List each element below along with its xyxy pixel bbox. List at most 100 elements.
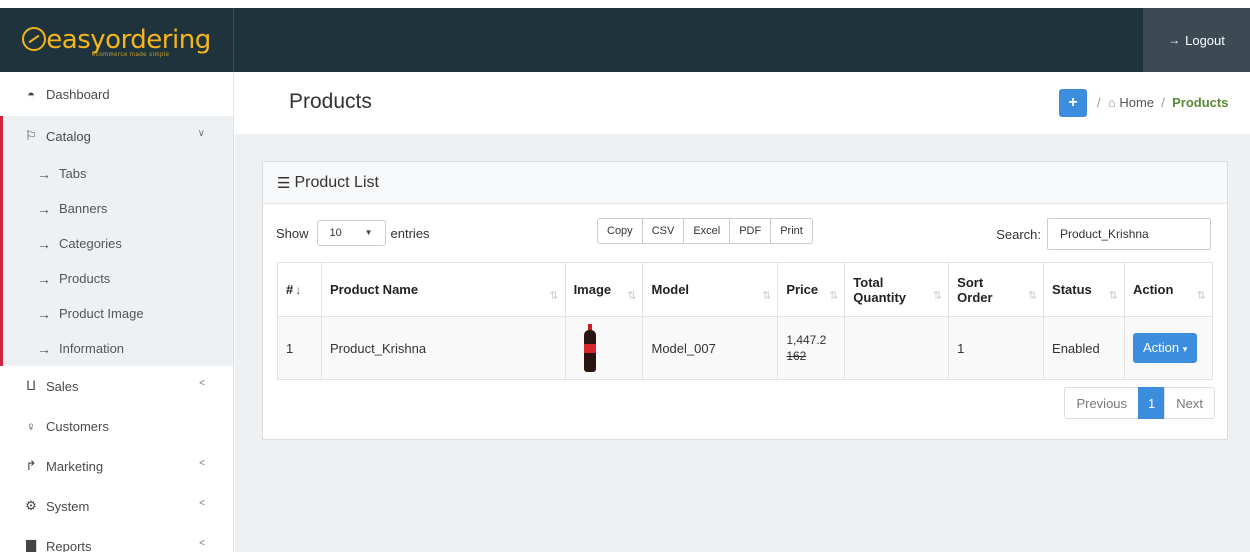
price-old: 162	[786, 349, 807, 363]
main-content: Products + / ⌂ Home / Products ☰ Product…	[235, 72, 1250, 552]
next-page-button[interactable]: Next	[1164, 387, 1215, 419]
sidebar-item-catalog[interactable]: ⚐ Catalog ∨	[3, 116, 233, 156]
column-header-label: Product Name	[329, 282, 419, 297]
gear-icon: ⚙	[25, 498, 37, 513]
pdf-button[interactable]: PDF	[730, 218, 772, 244]
column-header-label: Status	[1052, 282, 1092, 297]
arrow-right-icon: →	[37, 200, 51, 217]
chevron-left-icon: <	[199, 538, 205, 549]
logout-label: Logout	[1185, 32, 1225, 48]
cell-action: Action ▾	[1123, 316, 1214, 380]
tag-icon: ⚐	[25, 128, 37, 143]
column-header-action[interactable]: Action ⇅	[1123, 262, 1214, 317]
sidebar-item-sales[interactable]: ⨿ Sales <	[0, 366, 233, 406]
table-row: 1 Product_Krishna Model_007 1,447.2 162	[277, 316, 1214, 380]
sidebar-item-system[interactable]: ⚙ System <	[0, 486, 233, 526]
breadcrumb: / ⌂ Home / Products	[1097, 95, 1228, 110]
entries-label: entries	[390, 225, 430, 241]
column-header-label: #	[286, 281, 294, 297]
csv-button[interactable]: CSV	[642, 218, 685, 244]
action-dropdown-button[interactable]: Action ▾	[1132, 333, 1198, 363]
list-icon: ☰	[277, 174, 291, 192]
page-1-button[interactable]: 1	[1138, 387, 1166, 419]
sort-icon: ⇅	[1027, 290, 1038, 302]
sidebar-item-marketing[interactable]: ↱ Marketing <	[0, 446, 233, 486]
sort-icon: ⇅	[932, 290, 943, 302]
print-button[interactable]: Print	[771, 218, 813, 244]
top-navbar: easyordering ecommerce made simple → Log…	[0, 8, 1250, 72]
sidebar-item-label: System	[46, 498, 90, 514]
entries-select[interactable]: 10 ▼	[316, 220, 386, 246]
cell-product-name: Product_Krishna	[320, 316, 566, 380]
cell-index: 1	[277, 316, 322, 380]
user-icon: ♀	[26, 418, 36, 434]
chevron-left-icon: <	[199, 498, 205, 509]
entries-value: 10	[329, 227, 342, 239]
table-header-row: # ↓ Product Name ⇅ Image ⇅ Model ⇅ Price ⇅ To…	[277, 262, 1214, 317]
column-header-label: Total Quantity	[853, 274, 907, 305]
breadcrumb-separator: /	[1157, 95, 1169, 110]
sidebar-subitem-information[interactable]: → Information	[3, 331, 233, 366]
breadcrumb-home[interactable]: Home	[1119, 95, 1154, 110]
sidebar: ◓ Dashboard ⚐ Catalog ∨ → Tabs → Banners →…	[0, 72, 234, 552]
sidebar-subitem-label: Information	[59, 341, 125, 356]
sidebar-subitem-categories[interactable]: → Categories	[3, 226, 233, 261]
excel-button[interactable]: Excel	[684, 218, 731, 244]
column-header-product-name[interactable]: Product Name ⇅	[320, 262, 566, 317]
previous-page-button[interactable]: Previous	[1064, 387, 1140, 419]
column-header-index[interactable]: # ↓	[277, 262, 322, 317]
panel-heading: ☰ Product List	[263, 162, 1227, 204]
sidebar-subitem-product-image[interactable]: → Product Image	[3, 296, 233, 331]
share-icon: ↱	[25, 458, 37, 473]
sort-icon: ⇅	[627, 290, 637, 302]
home-icon: ⌂	[1107, 95, 1116, 110]
price-current: 1,447.2	[786, 333, 827, 347]
sidebar-item-label: Catalog	[46, 128, 91, 144]
column-header-status[interactable]: Status ⇅	[1043, 262, 1125, 317]
breadcrumb-current: Products	[1172, 95, 1229, 110]
breadcrumb-separator: /	[1097, 95, 1105, 110]
column-header-label: Image	[573, 282, 612, 297]
column-header-label: Action	[1132, 282, 1174, 297]
sidebar-item-dashboard[interactable]: ◓ Dashboard	[0, 72, 233, 116]
sidebar-subitem-banners[interactable]: → Banners	[3, 191, 233, 226]
chevron-left-icon: <	[199, 458, 205, 469]
sidebar-item-label: Dashboard	[46, 86, 110, 102]
column-header-label: Sort Order	[957, 274, 993, 305]
dashboard-icon: ◓	[27, 86, 35, 102]
page-title: Products	[289, 90, 372, 113]
column-header-model[interactable]: Model ⇅	[642, 262, 779, 317]
logout-button[interactable]: → Logout	[1143, 8, 1250, 72]
sort-icon: ⇅	[762, 290, 772, 302]
add-product-button[interactable]: +	[1059, 89, 1087, 117]
column-header-total-quantity[interactable]: Total Quantity ⇅	[844, 262, 950, 317]
arrow-right-icon: →	[37, 305, 51, 322]
copy-button[interactable]: Copy	[597, 218, 643, 244]
chevron-left-icon: <	[199, 378, 205, 389]
sidebar-subitem-tabs[interactable]: → Tabs	[3, 156, 233, 191]
brand-logo[interactable]: easyordering ecommerce made simple	[0, 8, 234, 72]
sidebar-item-customers[interactable]: ♀ Customers	[0, 406, 233, 446]
column-header-price[interactable]: Price ⇅	[777, 262, 846, 317]
sidebar-item-reports[interactable]: ▇ Reports <	[0, 526, 233, 552]
sidebar-subitem-products[interactable]: → Products	[3, 261, 233, 296]
column-header-image[interactable]: Image ⇅	[564, 262, 644, 317]
cell-image	[564, 316, 644, 380]
arrow-right-icon: →	[37, 235, 51, 252]
search-control: Search:	[996, 218, 1211, 250]
product-table: # ↓ Product Name ⇅ Image ⇅ Model ⇅ Price ⇅ To…	[277, 262, 1214, 380]
sidebar-item-label: Reports	[46, 538, 92, 552]
column-header-label: Price	[786, 282, 819, 297]
search-input[interactable]	[1047, 218, 1211, 250]
action-button-label: Action	[1142, 340, 1180, 355]
cell-status: Enabled	[1043, 316, 1125, 380]
logo-tagline: ecommerce made simple	[92, 52, 170, 58]
sidebar-subitem-label: Product Image	[59, 306, 144, 321]
cell-model: Model_007	[642, 316, 779, 380]
chevron-down-icon: ∨	[197, 128, 205, 139]
column-header-sort-order[interactable]: Sort Order ⇅	[948, 262, 1045, 317]
sidebar-item-label: Customers	[46, 418, 109, 434]
column-header-label: Model	[651, 282, 690, 297]
sort-icon: ⇅	[829, 290, 839, 302]
page-header: Products + / ⌂ Home / Products	[235, 72, 1250, 134]
